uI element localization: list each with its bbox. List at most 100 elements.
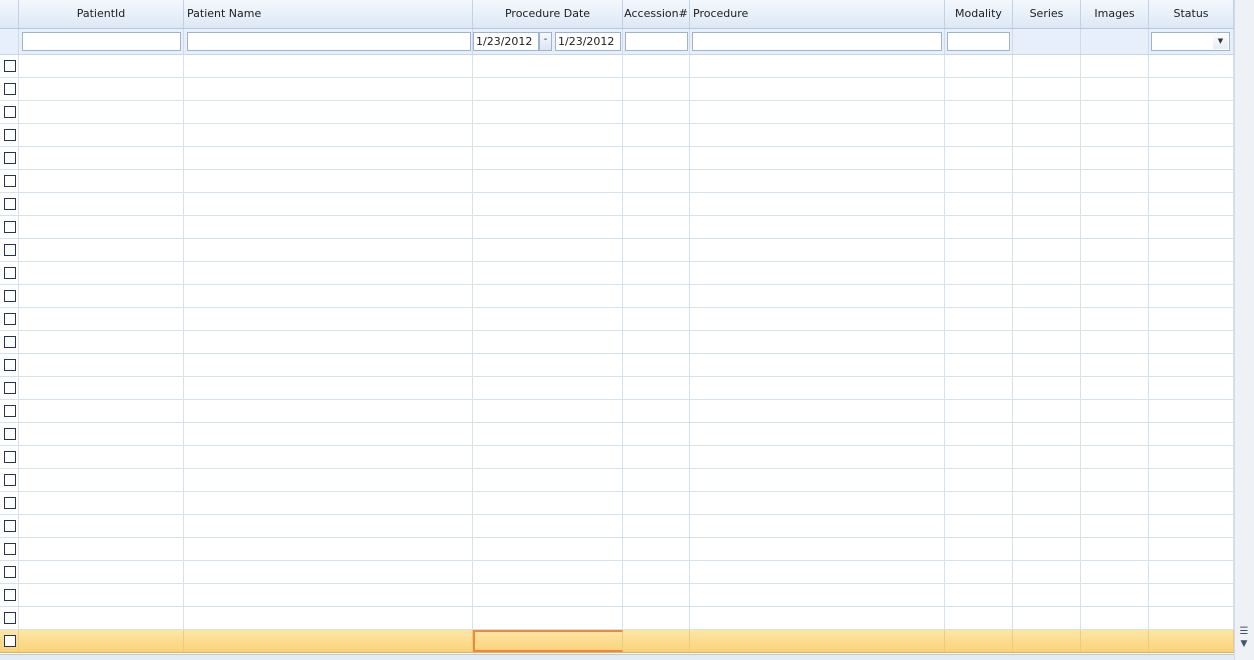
row-select-checkbox[interactable]	[4, 152, 16, 164]
cell-status[interactable]	[1149, 285, 1234, 307]
cell-patient-name[interactable]	[184, 124, 473, 146]
row-select-checkbox[interactable]	[4, 198, 16, 210]
row-select-checkbox[interactable]	[4, 451, 16, 463]
table-row[interactable]	[0, 515, 1234, 538]
cell-procedure[interactable]	[690, 78, 945, 100]
cell-accession[interactable]	[623, 400, 690, 422]
table-row[interactable]	[0, 354, 1234, 377]
cell-modality[interactable]	[945, 78, 1013, 100]
cell-accession[interactable]	[623, 170, 690, 192]
cell-images[interactable]	[1081, 193, 1149, 215]
cell-procedure-date[interactable]	[473, 124, 623, 146]
cell-status[interactable]	[1149, 630, 1234, 652]
vertical-scrollbar[interactable]: ☰ ▼	[1234, 0, 1254, 660]
cell-patient-name[interactable]	[184, 193, 473, 215]
cell-modality[interactable]	[945, 515, 1013, 537]
cell-patient-id[interactable]	[19, 538, 184, 560]
cell-series[interactable]	[1013, 377, 1081, 399]
cell-modality[interactable]	[945, 607, 1013, 629]
cell-accession[interactable]	[623, 262, 690, 284]
table-row[interactable]	[0, 423, 1234, 446]
cell-patient-id[interactable]	[19, 216, 184, 238]
table-row[interactable]	[0, 377, 1234, 400]
cell-procedure[interactable]	[690, 354, 945, 376]
table-row[interactable]	[0, 469, 1234, 492]
cell-series[interactable]	[1013, 124, 1081, 146]
modality-filter-input[interactable]	[947, 32, 1010, 51]
header-patient-name[interactable]: Patient Name	[184, 0, 473, 28]
cell-status[interactable]	[1149, 78, 1234, 100]
row-select-checkbox[interactable]	[4, 336, 16, 348]
cell-procedure[interactable]	[690, 446, 945, 468]
row-select-checkbox[interactable]	[4, 175, 16, 187]
cell-procedure[interactable]	[690, 400, 945, 422]
table-row[interactable]	[0, 147, 1234, 170]
cell-series[interactable]	[1013, 469, 1081, 491]
cell-series[interactable]	[1013, 147, 1081, 169]
table-row[interactable]	[0, 101, 1234, 124]
cell-status[interactable]	[1149, 239, 1234, 261]
cell-patient-name[interactable]	[184, 354, 473, 376]
row-select-checkbox[interactable]	[4, 106, 16, 118]
row-select-checkbox[interactable]	[4, 129, 16, 141]
table-row[interactable]	[0, 170, 1234, 193]
cell-procedure[interactable]	[690, 331, 945, 353]
cell-patient-name[interactable]	[184, 584, 473, 606]
cell-accession[interactable]	[623, 469, 690, 491]
cell-modality[interactable]	[945, 630, 1013, 652]
cell-status[interactable]	[1149, 262, 1234, 284]
cell-images[interactable]	[1081, 515, 1149, 537]
cell-patient-name[interactable]	[184, 331, 473, 353]
table-row[interactable]	[0, 193, 1234, 216]
cell-images[interactable]	[1081, 55, 1149, 77]
row-select-checkbox[interactable]	[4, 589, 16, 601]
cell-patient-name[interactable]	[184, 101, 473, 123]
table-row[interactable]	[0, 285, 1234, 308]
cell-accession[interactable]	[623, 584, 690, 606]
cell-status[interactable]	[1149, 101, 1234, 123]
cell-patient-id[interactable]	[19, 469, 184, 491]
cell-modality[interactable]	[945, 285, 1013, 307]
cell-modality[interactable]	[945, 446, 1013, 468]
cell-procedure-date[interactable]	[473, 147, 623, 169]
row-select-checkbox[interactable]	[4, 359, 16, 371]
cell-patient-name[interactable]	[184, 239, 473, 261]
row-select-checkbox[interactable]	[4, 543, 16, 555]
cell-status[interactable]	[1149, 124, 1234, 146]
cell-patient-id[interactable]	[19, 55, 184, 77]
cell-images[interactable]	[1081, 400, 1149, 422]
header-modality[interactable]: Modality	[945, 0, 1013, 28]
cell-patient-id[interactable]	[19, 285, 184, 307]
cell-patient-id[interactable]	[19, 377, 184, 399]
cell-procedure[interactable]	[690, 308, 945, 330]
cell-status[interactable]	[1149, 147, 1234, 169]
cell-status[interactable]	[1149, 423, 1234, 445]
header-patient-id[interactable]: PatientId	[19, 0, 184, 28]
cell-patient-id[interactable]	[19, 147, 184, 169]
cell-patient-id[interactable]	[19, 630, 184, 652]
cell-patient-id[interactable]	[19, 584, 184, 606]
cell-patient-id[interactable]	[19, 193, 184, 215]
cell-images[interactable]	[1081, 492, 1149, 514]
cell-status[interactable]	[1149, 400, 1234, 422]
cell-status[interactable]	[1149, 170, 1234, 192]
cell-status[interactable]	[1149, 446, 1234, 468]
cell-procedure[interactable]	[690, 584, 945, 606]
cell-procedure-date[interactable]	[473, 262, 623, 284]
row-select-checkbox[interactable]	[4, 382, 16, 394]
cell-modality[interactable]	[945, 469, 1013, 491]
cell-patient-id[interactable]	[19, 446, 184, 468]
cell-procedure[interactable]	[690, 147, 945, 169]
row-select-checkbox[interactable]	[4, 221, 16, 233]
cell-modality[interactable]	[945, 262, 1013, 284]
cell-images[interactable]	[1081, 285, 1149, 307]
cell-procedure-date[interactable]	[473, 216, 623, 238]
cell-patient-id[interactable]	[19, 78, 184, 100]
cell-procedure-date[interactable]	[473, 101, 623, 123]
cell-procedure[interactable]	[690, 469, 945, 491]
cell-images[interactable]	[1081, 147, 1149, 169]
cell-accession[interactable]	[623, 561, 690, 583]
cell-status[interactable]	[1149, 584, 1234, 606]
cell-procedure-date[interactable]	[473, 354, 623, 376]
header-series[interactable]: Series	[1013, 0, 1081, 28]
